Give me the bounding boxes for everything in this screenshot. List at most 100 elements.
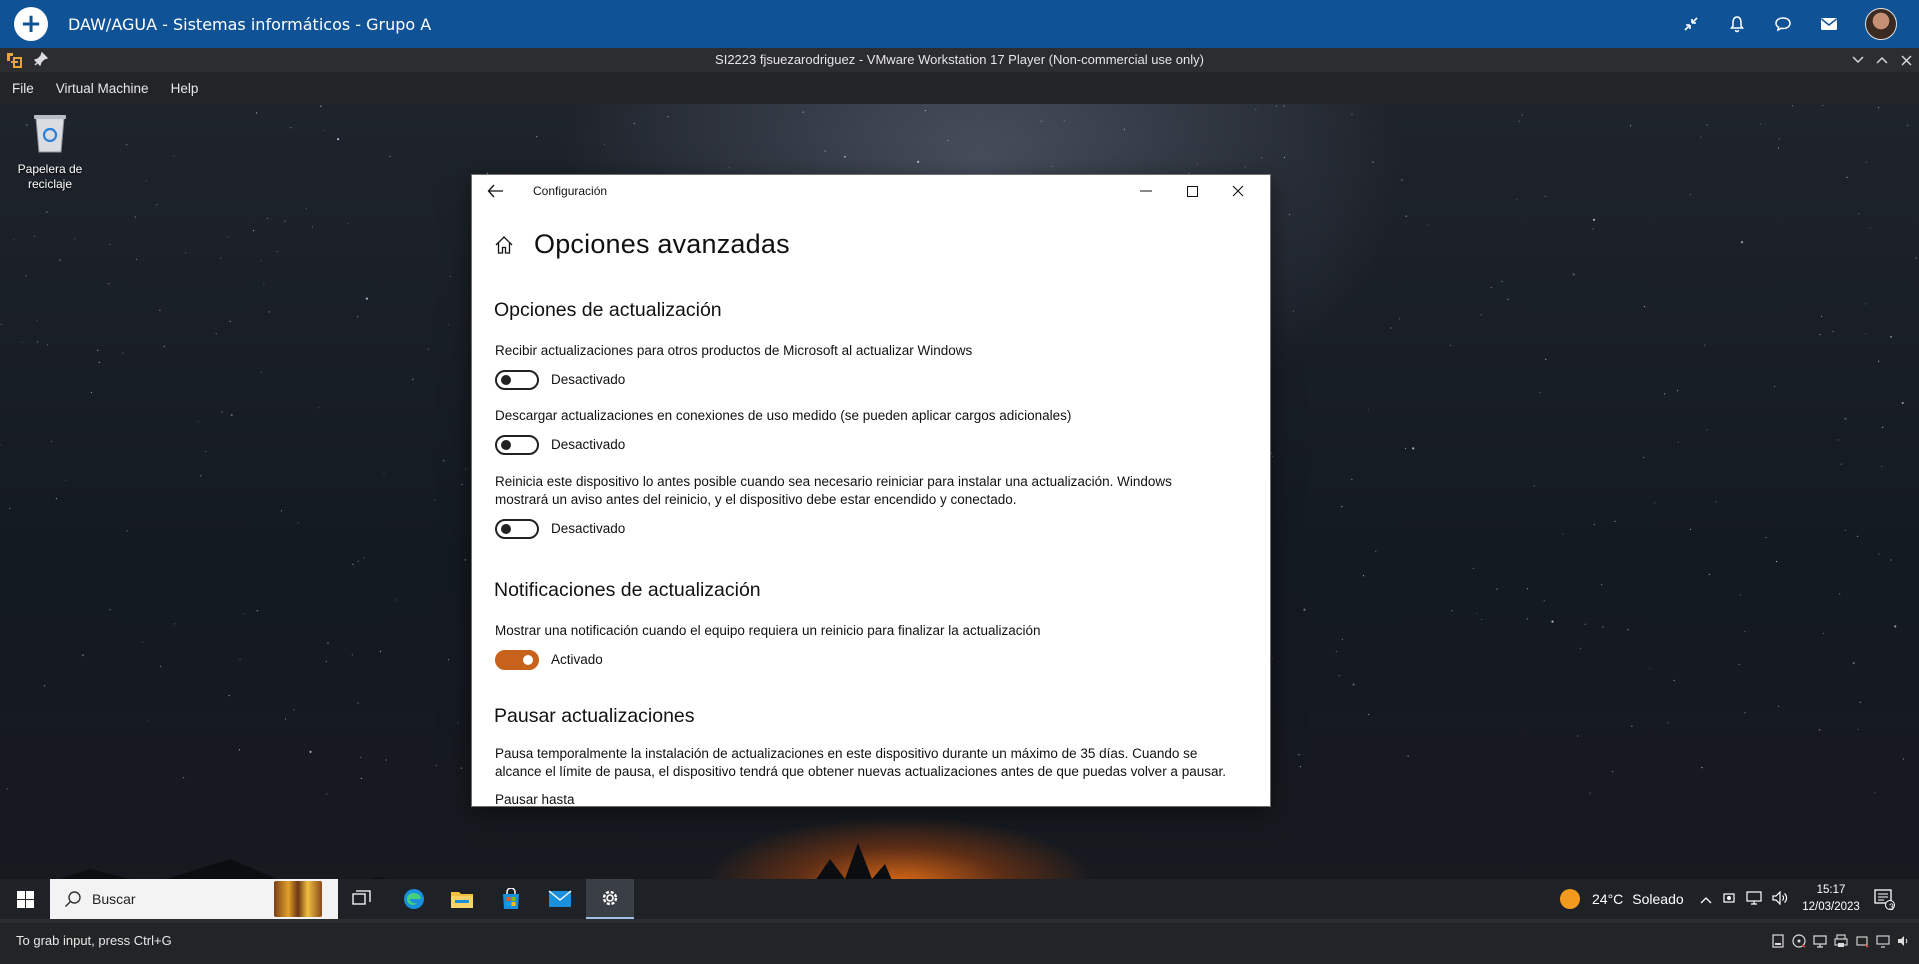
usb-icon[interactable] — [1855, 933, 1869, 949]
chevron-up-icon[interactable] — [1875, 50, 1889, 70]
hard-disk-icon[interactable] — [1771, 933, 1785, 949]
star — [1774, 385, 1776, 388]
search-icon — [64, 890, 82, 908]
toggle-restart[interactable] — [495, 519, 539, 539]
back-arrow-icon[interactable] — [486, 182, 506, 200]
star — [1882, 426, 1884, 428]
cd-drive-icon[interactable] — [1792, 933, 1806, 949]
star — [1627, 629, 1629, 631]
menu-help[interactable]: Help — [160, 81, 210, 96]
avatar[interactable] — [1865, 8, 1897, 40]
vmware-window-controls — [1851, 50, 1913, 70]
star — [1472, 567, 1474, 569]
star — [1507, 298, 1509, 300]
close-button[interactable] — [1215, 175, 1261, 207]
meet-icon[interactable] — [1722, 891, 1736, 908]
star — [1533, 485, 1535, 487]
star — [163, 345, 165, 347]
edge-icon[interactable] — [390, 879, 438, 919]
star — [293, 709, 295, 711]
chevron-down-icon[interactable] — [1851, 50, 1865, 70]
star — [1878, 107, 1880, 109]
star — [156, 204, 158, 206]
display-icon[interactable] — [1876, 933, 1890, 949]
star — [1677, 390, 1679, 392]
file-explorer-icon[interactable] — [438, 879, 486, 919]
star — [98, 361, 100, 363]
menu-file[interactable]: File — [0, 81, 45, 96]
toggle-restart-state: Desactivado — [551, 521, 626, 536]
star — [159, 309, 161, 311]
star — [1839, 593, 1841, 595]
star — [243, 613, 245, 615]
network-icon[interactable] — [1746, 890, 1762, 908]
star — [1865, 333, 1867, 335]
audio-icon[interactable] — [1897, 933, 1911, 949]
windows-start-icon[interactable] — [0, 879, 50, 919]
mail-app-icon[interactable] — [536, 879, 584, 919]
star — [90, 392, 92, 394]
volume-icon[interactable] — [1772, 890, 1788, 908]
maximize-button[interactable] — [1169, 175, 1215, 207]
chat-icon[interactable] — [1773, 14, 1793, 34]
toggle-notification[interactable] — [495, 650, 539, 670]
star — [351, 654, 353, 656]
star — [1890, 559, 1892, 561]
notification-center-icon[interactable]: 3 — [1860, 879, 1908, 919]
app-bar: + DAW/AGUA - Sistemas informáticos - Gru… — [0, 0, 1919, 48]
star — [1516, 199, 1518, 201]
search-highlight-image[interactable] — [274, 881, 322, 917]
star — [1643, 456, 1645, 459]
star — [284, 220, 286, 222]
star — [449, 275, 451, 277]
star — [1832, 330, 1834, 333]
recycle-bin[interactable]: Papelera de reciclaje — [8, 110, 92, 192]
collapse-icon[interactable] — [1681, 14, 1701, 34]
toggle-metered-state: Desactivado — [551, 437, 626, 452]
minimize-button[interactable] — [1123, 175, 1169, 207]
star — [1865, 161, 1867, 163]
star — [1404, 447, 1407, 450]
star — [1778, 138, 1780, 140]
star — [1791, 105, 1794, 107]
taskbar-search[interactable]: Buscar — [50, 879, 338, 919]
star — [1878, 553, 1880, 555]
star — [174, 623, 176, 625]
star — [1654, 502, 1656, 504]
taskbar-clock[interactable]: 15:17 12/03/2023 — [1796, 882, 1866, 916]
star — [1852, 662, 1855, 665]
toggle-other-products[interactable] — [495, 370, 539, 390]
weather-widget[interactable]: 24°C Soleado — [1560, 879, 1684, 919]
star — [1857, 535, 1859, 537]
mail-icon[interactable] — [1819, 14, 1839, 34]
star — [536, 136, 538, 138]
star — [1822, 632, 1824, 634]
star — [1338, 675, 1340, 677]
star — [280, 510, 283, 512]
toggle-metered[interactable] — [495, 435, 539, 455]
star — [1490, 286, 1492, 289]
star — [947, 139, 949, 141]
star — [1283, 105, 1285, 107]
home-icon[interactable] — [494, 235, 514, 255]
weather-temp: 24°C — [1592, 891, 1624, 907]
task-view-icon[interactable] — [338, 879, 386, 919]
printer-icon[interactable] — [1834, 933, 1848, 949]
settings-app-icon[interactable] — [586, 879, 634, 919]
star — [1341, 506, 1343, 508]
star — [1341, 638, 1343, 640]
star — [347, 222, 349, 224]
menu-virtual-machine[interactable]: Virtual Machine — [45, 81, 160, 96]
bell-icon[interactable] — [1727, 14, 1747, 34]
network-adapter-icon[interactable] — [1813, 933, 1827, 949]
add-icon[interactable]: + — [14, 7, 48, 41]
store-icon[interactable] — [487, 879, 535, 919]
star — [728, 166, 731, 168]
star — [1837, 439, 1839, 441]
page-title: Opciones avanzadas — [534, 229, 790, 259]
chevron-up-icon[interactable] — [1700, 891, 1712, 907]
star — [1272, 455, 1274, 457]
star — [1543, 600, 1545, 602]
star — [1592, 218, 1596, 221]
close-icon[interactable] — [1899, 50, 1913, 70]
